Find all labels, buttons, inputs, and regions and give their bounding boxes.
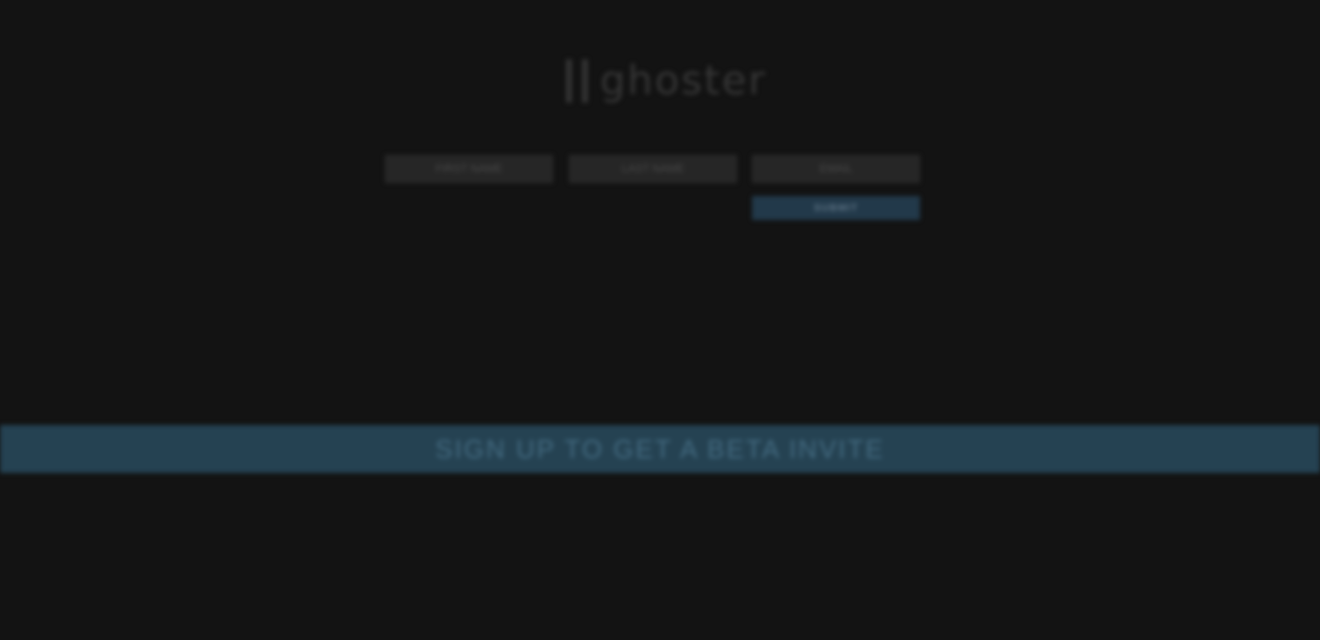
logo-text: ghoster <box>600 58 767 104</box>
first-name-input[interactable] <box>385 155 553 183</box>
landing-page: ghoster SUBMIT SIGN UP TO GET A BETA INV… <box>0 0 1320 640</box>
beta-invite-banner: SIGN UP TO GET A BETA INVITE <box>0 425 1320 473</box>
logo: ghoster <box>566 58 767 104</box>
banner-text: SIGN UP TO GET A BETA INVITE <box>435 433 885 464</box>
logo-mark-icon <box>566 59 588 103</box>
logo-bar-right <box>582 59 588 103</box>
email-input[interactable] <box>752 155 920 183</box>
logo-bar-left <box>566 59 572 103</box>
last-name-input[interactable] <box>569 155 737 183</box>
submit-button[interactable]: SUBMIT <box>752 196 920 220</box>
